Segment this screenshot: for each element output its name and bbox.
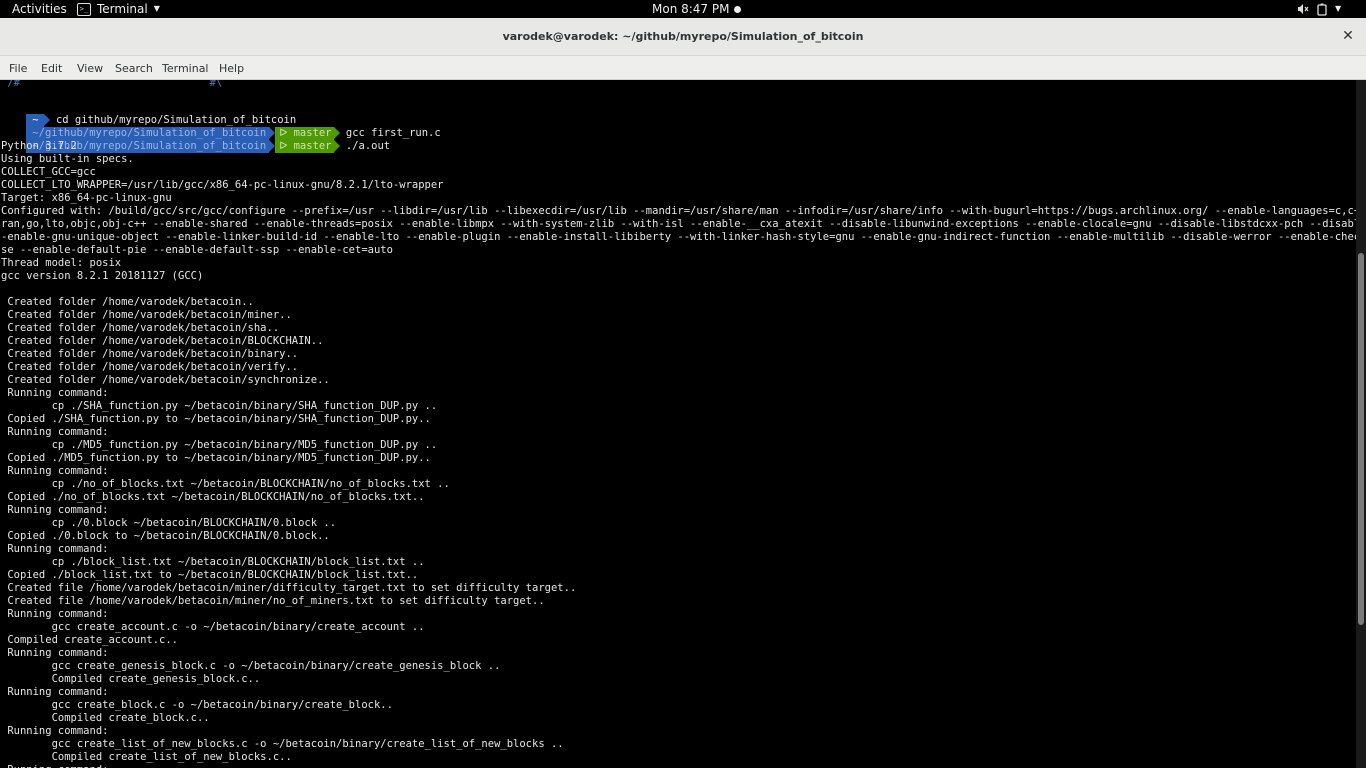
terminal-line: Compiled create_block.c.. <box>1 712 210 724</box>
chevron-down-icon: ▼ <box>153 4 160 13</box>
terminal-line: gcc create_account.c -o ~/betacoin/binar… <box>1 621 425 633</box>
close-icon[interactable]: ✕ <box>1340 28 1356 44</box>
terminal-line: Running command: <box>1 725 109 737</box>
menu-edit[interactable]: Edit <box>41 62 62 75</box>
menu-file[interactable]: File <box>9 62 27 75</box>
terminal-line: cp ./0.block ~/betacoin/BLOCKCHAIN/0.blo… <box>1 517 337 529</box>
clock-label: Mon 8:47 PM <box>652 2 730 16</box>
prompt-line-2: ~/github/myrepo/Simulation_of_bitcoin ᐅ m… <box>1 114 441 140</box>
terminal-line: Copied ./0.block to ~/betacoin/BLOCKCHAI… <box>1 530 330 542</box>
prompt-line-3: ~/github/myrepo/Simulation_of_bitcoin ᐅ m… <box>1 127 390 153</box>
terminal-line: Copied ./SHA_function.py to ~/betacoin/b… <box>1 413 431 425</box>
menu-bar: File Edit View Search Terminal Help <box>0 56 1366 80</box>
terminal-line: Created file /home/varodek/betacoin/mine… <box>1 582 577 594</box>
app-menu[interactable]: >_ Terminal ▼ <box>77 2 160 16</box>
terminal-line: se --enable-default-pie --enable-default… <box>1 244 393 256</box>
terminal-line: Copied ./block_list.txt to ~/betacoin/BL… <box>1 569 419 581</box>
terminal-line: cp ./MD5_function.py ~/betacoin/binary/M… <box>1 439 438 451</box>
notification-dot-icon <box>734 5 742 13</box>
terminal-line: Created folder /home/varodek/betacoin/sh… <box>1 322 280 334</box>
prompt-line-1: ~ cd github/myrepo/Simulation_of_bitcoin <box>1 101 296 127</box>
terminal-line: Configured with: /build/gcc/src/gcc/conf… <box>1 205 1356 217</box>
terminal-line: Thread model: posix <box>1 257 122 269</box>
terminal-line: Created folder /home/varodek/betacoin/mi… <box>1 309 292 321</box>
terminal-line: Created file /home/varodek/betacoin/mine… <box>1 595 545 607</box>
terminal-line: gcc create_block.c -o ~/betacoin/binary/… <box>1 699 393 711</box>
terminal-line: Running command: <box>1 647 109 659</box>
prompt-branch: master <box>293 140 332 152</box>
clock[interactable]: Mon 8:47 PM <box>652 2 742 16</box>
terminal-line: cp ./block_list.txt ~/betacoin/BLOCKCHAI… <box>1 556 425 568</box>
terminal-line: Compiled create_genesis_block.c.. <box>1 673 261 685</box>
menu-terminal[interactable]: Terminal <box>162 62 209 75</box>
branch-icon: ᐅ <box>279 140 288 152</box>
terminal-line: -enable-gnu-unique-object --enable-linke… <box>1 231 1356 243</box>
terminal-line: Created folder /home/varodek/betacoin.. <box>1 296 254 308</box>
terminal-line: Using built-in specs. <box>1 153 134 165</box>
window-titlebar[interactable]: varodek@varodek: ~/github/myrepo/Simulat… <box>0 18 1366 56</box>
volume-muted-icon <box>1298 4 1309 14</box>
terminal-icon: >_ <box>77 2 91 16</box>
terminal-line: Running command: <box>1 543 109 555</box>
terminal-line: COLLECT_LTO_WRAPPER=/usr/lib/gcc/x86_64-… <box>1 179 444 191</box>
terminal-line: Created folder /home/varodek/betacoin/BL… <box>1 335 324 347</box>
terminal-line: Created folder /home/varodek/betacoin/sy… <box>1 374 330 386</box>
window-title: varodek@varodek: ~/github/myrepo/Simulat… <box>502 30 864 43</box>
scrollbar[interactable] <box>1356 80 1366 768</box>
terminal-line: Created folder /home/varodek/betacoin/ve… <box>1 361 299 373</box>
menu-view[interactable]: View <box>77 62 103 75</box>
system-tray[interactable]: ▼ <box>1297 2 1341 16</box>
terminal-line: Running command: <box>1 387 109 399</box>
chevron-down-icon: ▼ <box>1335 4 1342 13</box>
top-bar: Activities >_ Terminal ▼ Mon 8:47 PM ▼ <box>0 0 1366 18</box>
terminal-line: Copied ./MD5_function.py to ~/betacoin/b… <box>1 452 431 464</box>
terminal-line: gcc create_list_of_new_blocks.c -o ~/bet… <box>1 738 564 750</box>
terminal-line: gcc version 8.2.1 20181127 (GCC) <box>1 270 204 282</box>
terminal-output[interactable]: /# #\ ~ cd github/myrepo/Simulation_of_b… <box>0 80 1356 768</box>
terminal-line: ran,go,lto,objc,obj-c++ --enable-shared … <box>1 218 1356 230</box>
terminal-line: Compiled create_account.c.. <box>1 634 179 646</box>
terminal-line: Running command: <box>1 608 109 620</box>
terminal-line: Created folder /home/varodek/betacoin/bi… <box>1 348 299 360</box>
terminal-line: Running command: <box>1 686 109 698</box>
terminal-line: Running command: <box>1 426 109 438</box>
battery-icon <box>1317 3 1327 16</box>
terminal-line: Compiled create_list_of_new_blocks.c.. <box>1 751 292 763</box>
terminal-line: /# #\ <box>1 80 223 89</box>
app-menu-label: Terminal <box>97 2 148 16</box>
terminal-line: Running command: <box>1 465 109 477</box>
terminal-line: gcc create_genesis_block.c -o ~/betacoin… <box>1 660 501 672</box>
terminal-line: Target: x86_64-pc-linux-gnu <box>1 192 172 204</box>
scrollbar-thumb[interactable] <box>1358 253 1364 625</box>
terminal-line: Python 3.7.2 <box>1 140 77 152</box>
terminal-line: Running command: <box>1 504 109 516</box>
terminal-line: Running command: <box>1 764 108 768</box>
terminal-line: cp ./SHA_function.py ~/betacoin/binary/S… <box>1 400 438 412</box>
command-text: ./a.out <box>345 140 391 152</box>
terminal-line: COLLECT_GCC=gcc <box>1 166 96 178</box>
terminal-line: cp ./no_of_blocks.txt ~/betacoin/BLOCKCH… <box>1 478 450 490</box>
activities-button[interactable]: Activities <box>12 2 67 16</box>
menu-help[interactable]: Help <box>219 62 244 75</box>
terminal-line: Copied ./no_of_blocks.txt ~/betacoin/BLO… <box>1 491 425 503</box>
menu-search[interactable]: Search <box>115 62 153 75</box>
